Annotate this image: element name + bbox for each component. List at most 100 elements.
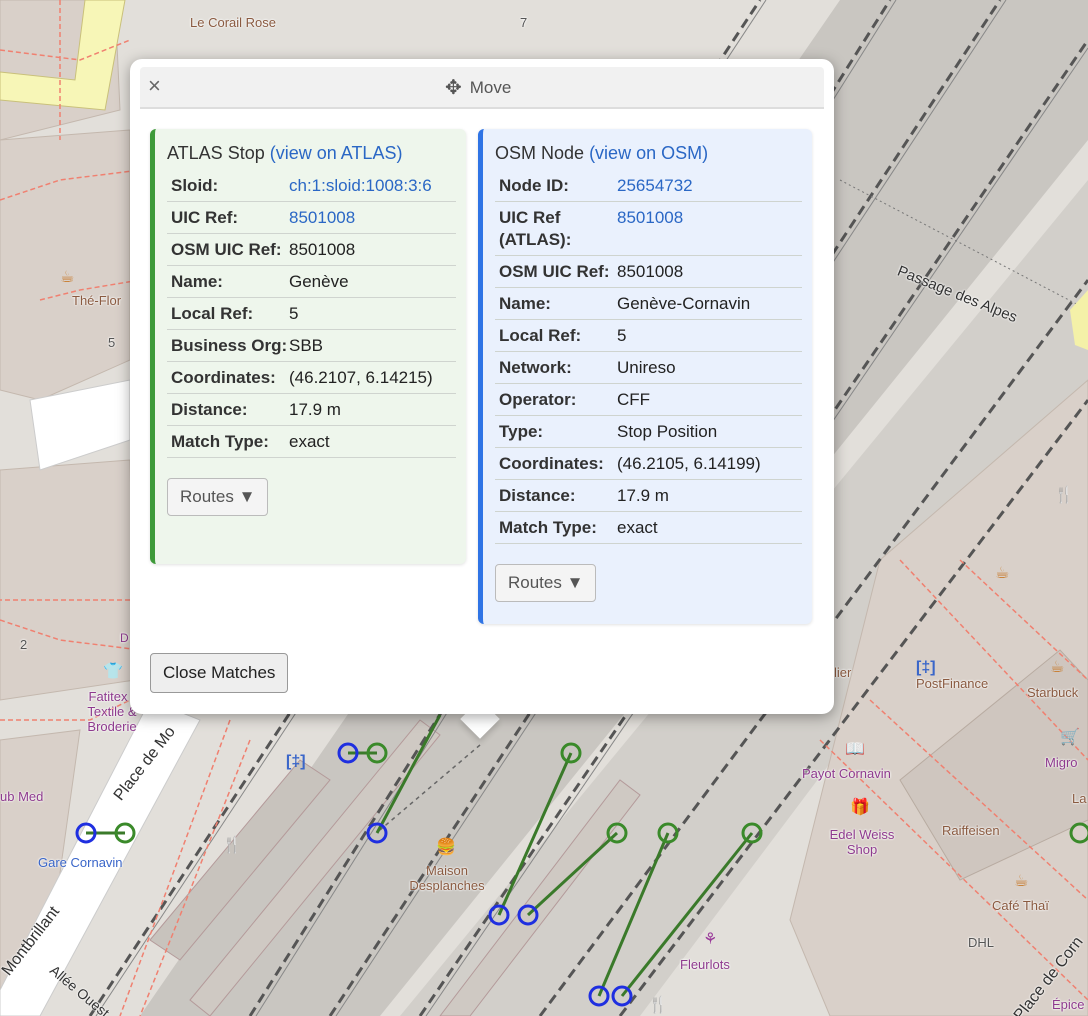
detail-value: 8501008 [289,240,356,259]
detail-row: Type: Stop Position [495,416,802,448]
detail-value: 17.9 m [289,400,341,419]
detail-key: Coordinates: [499,454,604,473]
detail-row: Match Type: exact [167,426,456,458]
detail-value: SBB [289,336,324,355]
detail-key: Distance: [499,486,576,505]
detail-value-link[interactable]: 8501008 [289,207,452,229]
detail-row: Coordinates: (46.2107, 6.14215) [167,362,456,394]
gift-icon: 🎁 [850,799,870,816]
atlas-panel-title: ATLAS Stop (view on ATLAS) [167,143,456,164]
map-label-number-2: 2 [20,637,28,652]
atlas-details-table: Sloid: ch:1:sloid:1008:3:6 UIC Ref: 8501008… [167,170,456,458]
detail-value: 5 [617,326,627,345]
close-matches-button[interactable]: Close Matches [150,653,289,693]
map-label-epice: Épice [1052,997,1085,1012]
detail-row: Network: Unireso [495,352,802,384]
detail-value: CFF [617,390,651,409]
coffee-icon: ☕ [1014,873,1029,890]
atlas-stop-panel: ATLAS Stop (view on ATLAS) Sloid: ch:1:sl… [150,129,466,564]
close-icon[interactable]: × [148,73,161,99]
detail-row: Match Type: exact [495,512,802,544]
detail-value: 8501008 [617,262,684,281]
detail-value: exact [289,432,330,451]
detail-row: Local Ref: 5 [495,320,802,352]
osm-node-panel: OSM Node (view on OSM) Node ID: 25654732 U… [478,129,812,624]
detail-value: 17.9 m [617,486,669,505]
map-label-number-5: 5 [108,335,116,350]
map-label-le-corail-rose: Le Corail Rose [190,15,276,30]
detail-key: UIC Ref: [171,208,239,227]
detail-row: Coordinates: (46.2105, 6.14199) [495,448,802,480]
restaurant-icon: 🍴 [222,837,242,854]
atlas-title: ATLAS Stop [167,143,265,163]
detail-key: Match Type: [499,518,597,537]
detail-row: Operator: CFF [495,384,802,416]
detail-row: UIC Ref (ATLAS): 8501008 [495,202,802,256]
detail-row: UIC Ref: 8501008 [167,202,456,234]
detail-key: Node ID: [499,176,569,195]
detail-key: UIC Ref (ATLAS): [499,208,572,249]
detail-key: Operator: [499,390,577,409]
detail-key: Network: [499,358,572,377]
cafe-icon-right: ☕ [995,565,1010,582]
match-popup: × ✥ Move ATLAS Stop (view on ATLAS) Sloi… [130,59,834,714]
detail-row: Business Org: SBB [167,330,456,362]
map-label-number-7: 7 [520,15,528,30]
restaurant-icon-right: 🍴 [1054,487,1074,504]
detail-row: Sloid: ch:1:sloid:1008:3:6 [167,170,456,202]
detail-key: Coordinates: [171,368,276,387]
osm-routes-button[interactable]: Routes ▼ [495,564,597,602]
detail-row: Name: Genève [167,266,456,298]
detail-key: OSM UIC Ref: [499,262,610,281]
fast-food-icon: 🍔 [436,839,456,856]
detail-key: Local Ref: [171,304,254,323]
detail-key: Name: [499,294,551,313]
detail-key: Sloid: [171,176,219,195]
view-on-atlas-link[interactable]: (view on ATLAS) [270,143,403,163]
detail-value: Stop Position [617,422,718,441]
detail-row: Name: Genève-Cornavin [495,288,802,320]
detail-value-link[interactable]: 25654732 [617,175,798,197]
osm-panel-title: OSM Node (view on OSM) [495,143,802,164]
map-label-migro: Migro [1045,755,1078,770]
detail-key: Business Org: [171,336,288,355]
tea-icon: ☕ [60,269,75,286]
map-label-la: La [1072,791,1087,806]
atlas-routes-button[interactable]: Routes ▼ [167,478,269,516]
map-label-dhl: DHL [968,935,995,950]
view-on-osm-link[interactable]: (view on OSM) [589,143,708,163]
map-label-lier: lier [834,665,852,680]
detail-row: Distance: 17.9 m [167,394,456,426]
popup-header: × ✥ Move [140,67,824,109]
detail-value-link[interactable]: ch:1:sloid:1008:3:6 [289,175,452,197]
map-label-starbuck: Starbuck [1027,685,1079,700]
map-label-club-med: ub Med [0,789,44,804]
map-label-gare-cornavin: Gare Cornavin [38,855,123,870]
detail-value: 5 [289,304,299,323]
detail-row: OSM UIC Ref: 8501008 [495,256,802,288]
map-label-payot-cornavin: Payot Cornavin [802,766,891,781]
cafe-icon: ☕ [1050,659,1065,676]
map-label-maison-desplanches: Maison Desplanches [409,863,485,893]
detail-row: Distance: 17.9 m [495,480,802,512]
map-label-postfinance: PostFinance [916,676,989,691]
detail-key: OSM UIC Ref: [171,240,282,259]
detail-key: Name: [171,272,223,291]
move-handle[interactable]: ✥ Move [445,78,511,98]
atm-icon: [‡] [916,659,936,676]
detail-value-link[interactable]: 8501008 [617,207,798,251]
detail-key: Local Ref: [499,326,582,345]
restaurant-icon-bottom: 🍴 [648,997,668,1014]
shopping-cart-icon: 🛒 [1060,729,1080,746]
flower-icon: ⚘ [703,931,718,948]
map-label-edelweiss-shop: Edel Weiss Shop [829,827,895,857]
detail-key: Distance: [171,400,248,419]
map-label-raiffeisen: Raiffeisen [942,823,1000,838]
detail-value: (46.2107, 6.14215) [289,368,433,387]
osm-title: OSM Node [495,143,585,163]
detail-value: Unireso [617,358,676,377]
map-label-fleurlots: Fleurlots [680,957,730,972]
detail-row: Node ID: 25654732 [495,170,802,202]
move-label: Move [469,78,512,97]
detail-key: Match Type: [171,432,269,451]
